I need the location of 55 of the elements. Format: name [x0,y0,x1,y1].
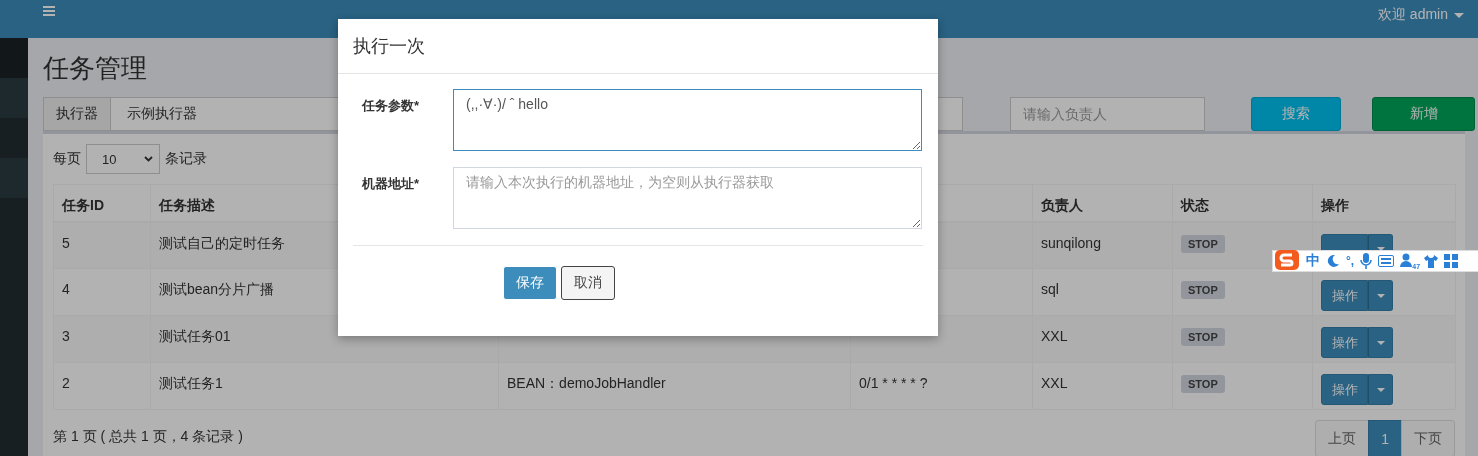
caret-icon[interactable] [1454,12,1464,18]
table-cell: 2 [53,362,151,410]
pagination-button[interactable]: 1 [1368,420,1402,456]
caret-icon[interactable] [1376,340,1385,345]
moon-icon[interactable] [1326,254,1340,268]
modal-title: 执行一次 [353,36,425,56]
page-size-label: 条记录 [165,150,207,168]
page-size-label: 每页 [53,150,81,168]
column-header: 状态 [1172,184,1313,222]
save-button[interactable]: 保存 [503,266,557,300]
text-area[interactable]: (,,·∀·)/ ˆ hello [453,89,922,151]
owner-search-field[interactable]: 请输入负责人 [1010,97,1205,131]
table-cell: XXL [1032,362,1173,410]
table-cell: 4 [53,268,151,316]
pagination-button[interactable]: 上页 [1315,420,1370,456]
chevron-icon[interactable] [144,156,153,162]
column-header: 负责人 [1032,184,1173,222]
table-cell: sunqilong [1032,221,1173,269]
column-header: 操作 [1312,184,1456,222]
user-menu[interactable]: 欢迎 admin [1377,6,1464,24]
page-size-select[interactable]: 10 [86,144,160,174]
keyboard-icon[interactable] [1378,255,1395,267]
status-badge: STOP [1181,375,1225,393]
caret-icon[interactable] [1376,387,1385,392]
table-cell: 5 [53,221,151,269]
status-badge: STOP [1181,328,1225,346]
shirt-icon[interactable] [1424,254,1439,268]
menu-icon[interactable] [43,6,55,16]
table-cell: 测试任务1 [150,362,499,410]
status-badge: STOP [1181,281,1225,299]
add-button[interactable]: 新增 [1372,97,1475,131]
pagination-summary: 第 1 页 ( 总共 1 页，4 条记录 ) [53,428,243,446]
table-cell: XXL [1032,315,1173,363]
column-header: 任务ID [53,184,151,222]
text-area[interactable]: 请输入本次执行的机器地址，为空则从执行器获取 [453,167,922,229]
table-cell: sql [1032,268,1173,316]
microphone-icon[interactable] [1360,253,1373,269]
cancel-button[interactable]: 取消 [561,266,615,300]
action-button[interactable]: 操作 [1321,374,1368,405]
status-badge: STOP [1181,234,1225,253]
pagination-button[interactable]: 下页 [1401,420,1455,456]
punctuation-mode[interactable]: °, [1346,254,1355,268]
dropdown-toggle[interactable] [1368,280,1393,311]
table-cell: 3 [53,315,151,363]
table-cell: 0/1 * * * * ? [850,362,1033,410]
page-title: 任务管理 [43,52,148,85]
dropdown-toggle[interactable] [1368,327,1393,358]
action-button[interactable]: 操作 [1321,327,1368,358]
grid-icon[interactable] [1444,254,1459,268]
ime-logo-icon[interactable] [1274,249,1300,271]
caret-icon[interactable] [1376,293,1385,298]
dropdown-toggle[interactable] [1368,374,1393,405]
ime-mode[interactable]: 中 [1306,252,1320,270]
action-button[interactable]: 操作 [1321,280,1368,311]
table-cell: BEAN：demoJobHandler [498,362,851,410]
